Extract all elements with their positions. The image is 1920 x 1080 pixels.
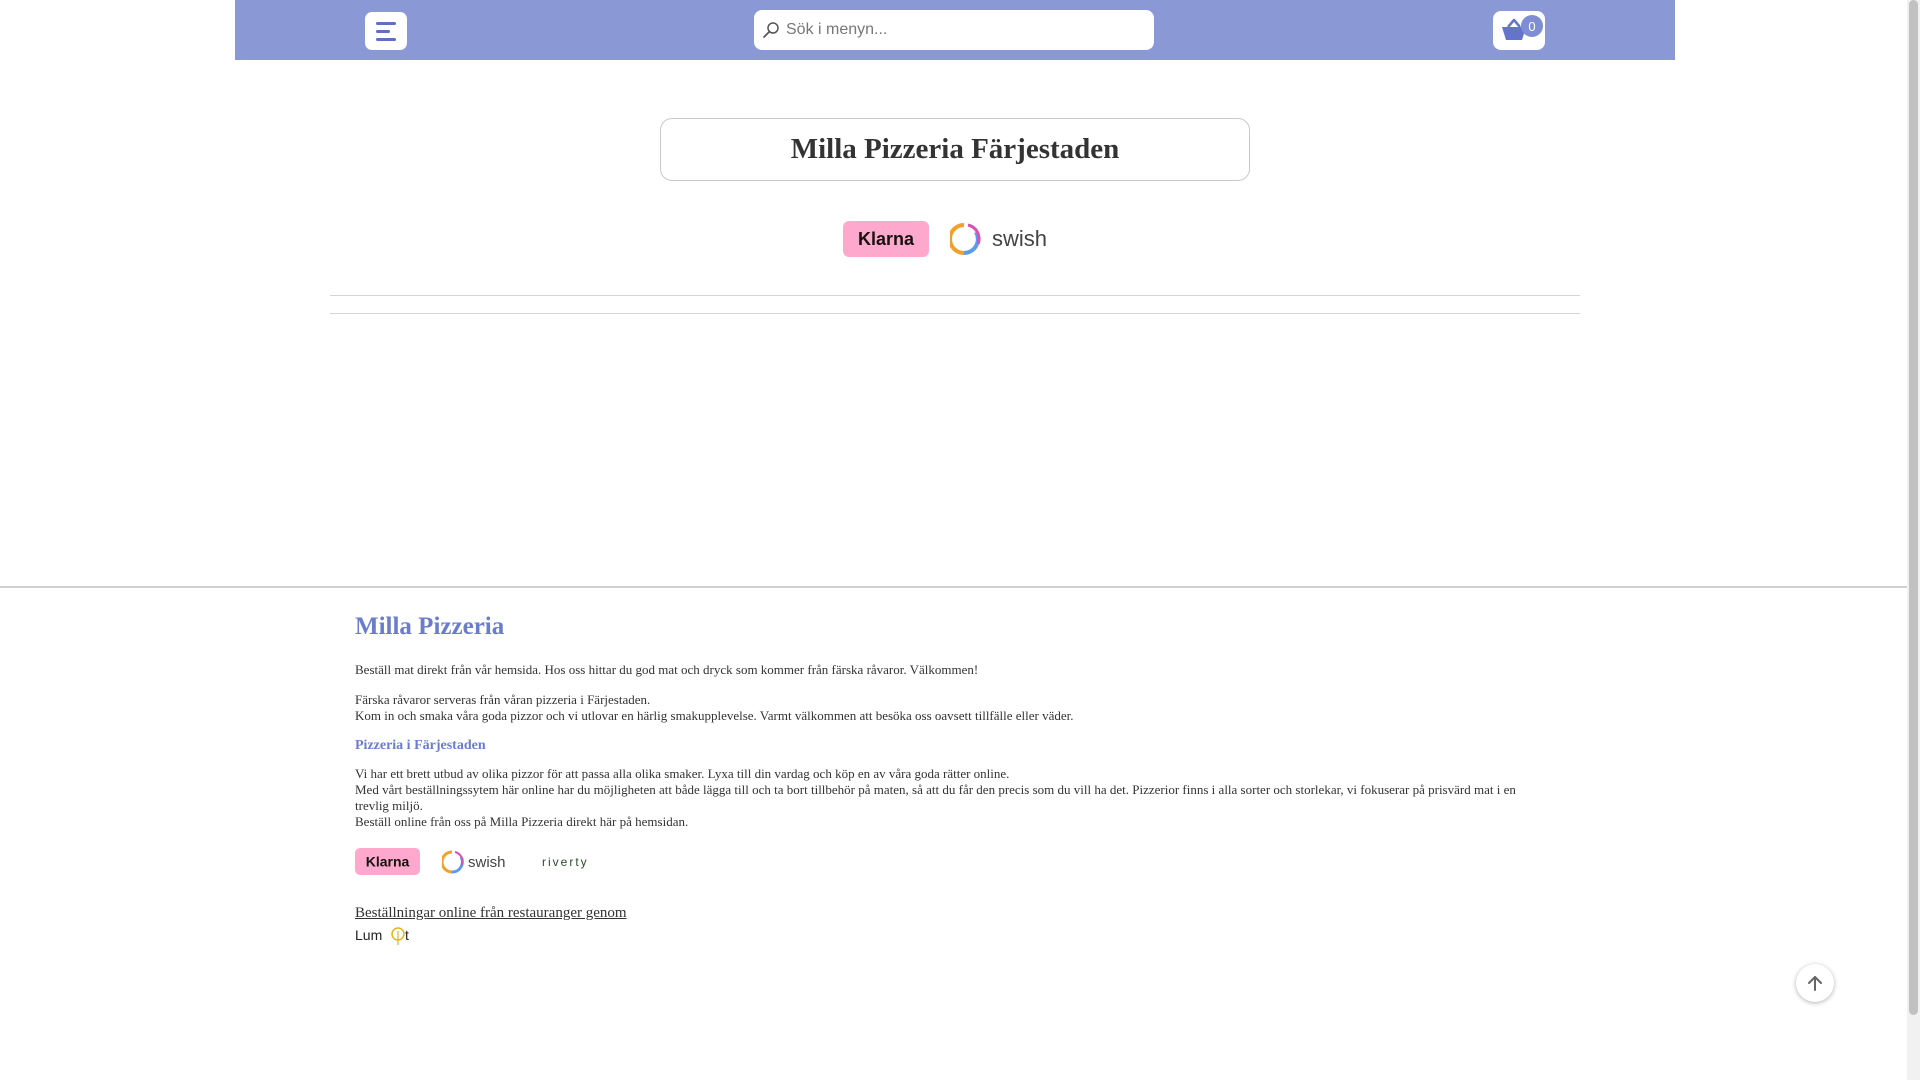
- svg-text:t: t: [405, 927, 409, 943]
- swish-logo: swish: [950, 223, 1047, 255]
- riverty-logo: riverty: [542, 855, 589, 869]
- menu-icon-line: [376, 37, 396, 41]
- footer-intro: Beställ mat direkt från vår hemsida. Hos…: [355, 662, 979, 677]
- divider: [330, 313, 1580, 314]
- page-title: Milla Pizzeria Färjestaden: [790, 133, 1120, 165]
- cart-count-badge: 0: [1521, 15, 1543, 37]
- svg-text:Lum: Lum: [355, 927, 382, 943]
- footer-divider: [0, 586, 1907, 588]
- svg-text:riverty: riverty: [542, 855, 589, 869]
- footer-text-line: Med vårt beställningssytem här online ha…: [355, 782, 1516, 813]
- footer-text-line: Kom in och smaka våra goda pizzor och vi…: [355, 708, 1074, 723]
- scroll-to-top-button[interactable]: [1796, 964, 1834, 1002]
- swish-logo: swish: [442, 850, 506, 874]
- klarna-logo: Klarna: [843, 221, 929, 257]
- lumot-logo[interactable]: Lum t: [355, 925, 415, 947]
- footer-paragraph: Vi har ett brett utbud av olika pizzor f…: [355, 766, 1525, 830]
- footer-info: Milla Pizzeria Beställ mat direkt från v…: [355, 612, 1525, 947]
- menu-icon-line: [376, 29, 390, 33]
- page-scrollbar[interactable]: [1907, 0, 1920, 1080]
- footer-text-line: Beställ online från oss på Milla Pizzeri…: [355, 814, 689, 829]
- footer-text-line: Vi har ett brett utbud av olika pizzor f…: [355, 766, 1010, 781]
- top-navigation-bar: 0: [235, 0, 1675, 60]
- svg-text:Klarna: Klarna: [858, 229, 915, 249]
- footer-subheading: Pizzeria i Färjestaden: [355, 738, 486, 753]
- footer-text-line: Färska råvaror serveras från våran pizze…: [355, 692, 651, 707]
- scrollbar-thumb[interactable]: [1909, 0, 1918, 1015]
- menu-button[interactable]: [365, 12, 407, 50]
- footer-paragraph: Färska råvaror serveras från våran pizze…: [355, 692, 1525, 724]
- search-icon: [763, 22, 779, 38]
- divider: [330, 295, 1580, 296]
- svg-text:swish: swish: [468, 854, 506, 871]
- footer-heading: Milla Pizzeria: [355, 613, 505, 640]
- menu-icon: [376, 21, 396, 25]
- restaurant-title-box: Milla Pizzeria Färjestaden: [660, 118, 1250, 181]
- search-box[interactable]: [754, 10, 1154, 50]
- online-orders-link[interactable]: Beställningar online från restauranger g…: [355, 905, 627, 921]
- arrow-up-icon: [1808, 976, 1822, 991]
- klarna-logo: Klarna: [355, 848, 420, 875]
- search-input[interactable]: [784, 20, 1148, 40]
- svg-text:Klarna: Klarna: [366, 854, 410, 870]
- footer-payment-logos: Klarna swish riverty: [355, 848, 1525, 875]
- svg-text:swish: swish: [992, 226, 1047, 251]
- cart-button[interactable]: 0: [1493, 11, 1545, 50]
